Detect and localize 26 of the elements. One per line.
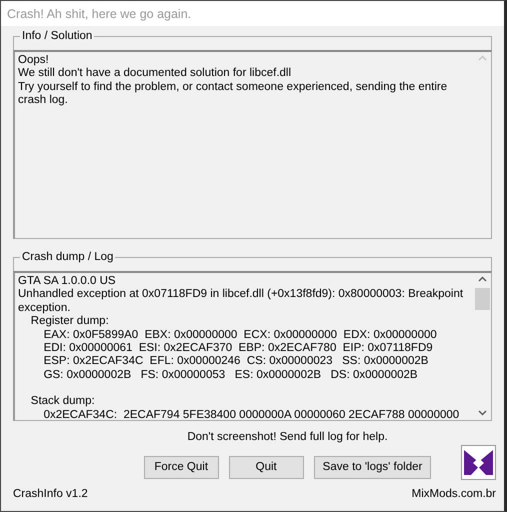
scroll-thumb[interactable] xyxy=(475,288,490,310)
log-text-area[interactable] xyxy=(13,271,492,421)
log-line: Unhandled exception at 0x07118FD9 in libcef.dll (+0x13f8fd9): 0x80000003: Breakpoint exception. xyxy=(18,288,464,316)
scroll-up-icon[interactable] xyxy=(478,276,487,282)
info-line: Oops! xyxy=(18,54,50,68)
window-title: Crash! Ah shit, here we go again. xyxy=(1,1,504,26)
log-line: EAX: 0x0F5899A0 EBX: 0x00000000 ECX: 0x00000000 EDX: 0x00000000 xyxy=(42,328,438,342)
info-line: Try yourself to find the problem, or contact someone experienced, sending the entire crash log. xyxy=(18,80,448,108)
log-line: EDI: 0x00000061 ESI: 0x2ECAF370 EBP: 0x2ECAF780 EIP: 0x07118FD9 xyxy=(42,342,434,356)
log-line: Register dump: xyxy=(30,315,110,329)
log-line: GS: 0x0000002B FS: 0x00000053 ES: 0x0000002B DS: 0x0000002B xyxy=(42,368,419,382)
action-button[interactable]: Save to 'logs' folder xyxy=(314,456,432,480)
log-line: 0x2ECAF34C: 2ECAF794 5FE38400 0000000A 00000060 2ECAF788 00000000 xyxy=(42,408,460,420)
version-label: CrashInfo v1.2 xyxy=(13,486,88,502)
site-label: MixMods.com.br xyxy=(412,486,496,502)
action-button[interactable]: Force Quit xyxy=(144,456,219,480)
group-title: Crash dump / Log xyxy=(20,250,116,264)
info-line: We still don't have a documented solution for libcef.dll xyxy=(18,67,292,81)
log-line: ESP: 0x2ECAF34C EFL: 0x00000246 CS: 0x00000023 SS: 0x0000002B xyxy=(42,355,430,369)
logo-icon xyxy=(461,444,496,480)
log-line: GTA SA 1.0.0.0 US xyxy=(18,275,117,288)
notice-text: Don't screenshot! Send full log for help. xyxy=(186,430,388,445)
info-text-area[interactable]: Oops! We still don't have a documented solution for libcef.dll Try yourself to find the problem, or contact someone experienced, sending the entire crash log. xyxy=(13,50,492,239)
action-button[interactable]: Quit xyxy=(228,456,304,480)
scroll-down-icon[interactable] xyxy=(478,410,487,416)
log-line: Stack dump: xyxy=(30,395,96,409)
